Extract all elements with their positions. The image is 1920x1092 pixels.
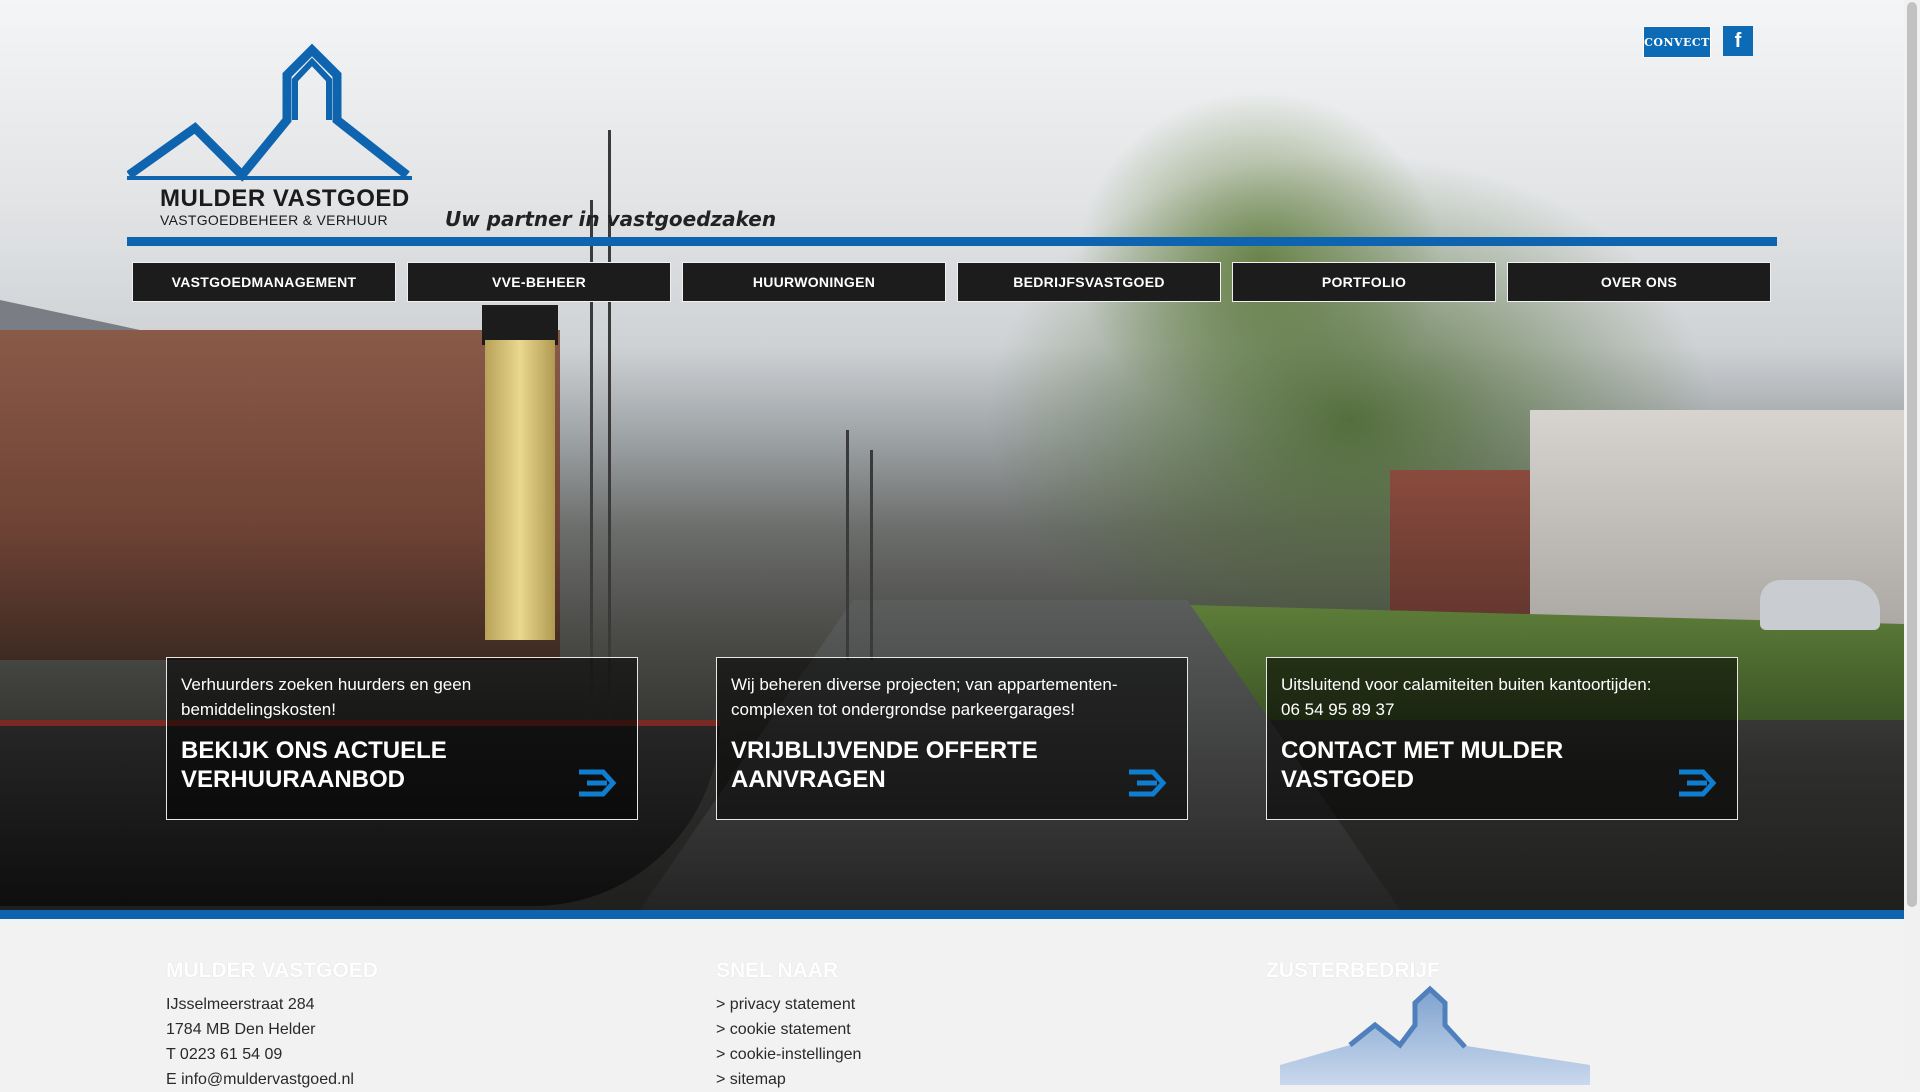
brick-building xyxy=(0,330,560,660)
nav-item-over-ons[interactable]: OVER ONS xyxy=(1507,262,1771,302)
nav-item-huurwoningen[interactable]: HUURWONINGEN xyxy=(682,262,946,302)
arrow-right-icon[interactable] xyxy=(1127,767,1167,799)
footer: MULDER VASTGOED IJsselmeerstraat 284 178… xyxy=(0,919,1904,1088)
footer-heading: SNEL NAAR xyxy=(716,959,839,982)
cta-intro: Verhuurders zoeken huurders en geen bemi… xyxy=(181,675,472,719)
cta-phone: 06 54 95 89 37 xyxy=(1281,700,1395,719)
footer-link-privacy[interactable]: > privacy statement xyxy=(716,992,861,1017)
cta-intro: Wij beheren diverse projecten; van appar… xyxy=(731,675,1118,719)
page-scrollbar[interactable] xyxy=(1904,0,1920,1080)
logo-name: MULDER VASTGOED xyxy=(160,185,410,212)
cta-title: BEKIJK ONS ACTUELE VERHUURAANBOD xyxy=(181,737,447,793)
footer-postal: 1784 MB Den Helder xyxy=(166,1021,316,1038)
footer-contact: MULDER VASTGOED IJsselmeerstraat 284 178… xyxy=(166,959,378,1092)
arrow-right-icon[interactable] xyxy=(577,767,617,799)
arrow-right-icon[interactable] xyxy=(1677,767,1717,799)
cta-title: VRIJBLIJVENDE OFFERTE AANVRAGEN xyxy=(731,737,1038,793)
cta-verhuuraanbod[interactable]: Verhuurders zoeken huurders en geen bemi… xyxy=(166,657,638,820)
boat-mast xyxy=(846,430,849,660)
nav-item-vastgoedmanagement[interactable]: VASTGOEDMANAGEMENT xyxy=(132,262,396,302)
footer-heading: MULDER VASTGOED xyxy=(166,959,378,982)
tagline: Uw partner in vastgoedzaken xyxy=(445,207,777,231)
cta-contact[interactable]: Uitsluitend voor calamiteiten buiten kan… xyxy=(1266,657,1738,820)
nav-item-vve-beheer[interactable]: VVE-BEHEER xyxy=(407,262,671,302)
header-divider xyxy=(127,237,1777,246)
facebook-icon[interactable]: f xyxy=(1723,26,1753,56)
sister-company-logo-icon[interactable] xyxy=(1280,985,1590,1085)
nav-item-portfolio[interactable]: PORTFOLIO xyxy=(1232,262,1496,302)
footer-link-cookie-statement[interactable]: > cookie statement xyxy=(716,1017,861,1042)
logo-subtitle: VASTGOEDBEHEER & VERHUUR xyxy=(160,212,388,228)
footer-link-cookie-settings[interactable]: > cookie-instellingen xyxy=(716,1042,861,1067)
footer-divider xyxy=(0,910,1904,919)
cta-intro: Uitsluitend voor calamiteiten buiten kan… xyxy=(1281,675,1652,694)
scrollbar-thumb[interactable] xyxy=(1907,2,1917,907)
ship-funnel-top xyxy=(482,305,558,345)
ship-funnel xyxy=(485,340,555,640)
footer-heading: ZUSTERBEDRIJF xyxy=(1266,959,1440,982)
parked-car xyxy=(1760,580,1880,630)
cta-title: CONTACT MET MULDER VASTGOED xyxy=(1281,737,1564,793)
cta-offerte[interactable]: Wij beheren diverse projecten; van appar… xyxy=(716,657,1188,820)
nav-item-bedrijfsvastgoed[interactable]: BEDRIJFSVASTGOED xyxy=(957,262,1221,302)
footer-address: IJsselmeerstraat 284 xyxy=(166,996,315,1013)
main-nav: VASTGOEDMANAGEMENT VVE-BEHEER HUURWONING… xyxy=(132,262,1771,302)
convect-link[interactable]: CONVECT xyxy=(1643,26,1711,58)
footer-phone: T 0223 61 54 09 xyxy=(166,1046,283,1063)
top-links: CONVECT f xyxy=(1643,26,1753,58)
footer-quicklinks: SNEL NAAR > privacy statement > cookie s… xyxy=(716,959,861,1092)
boat-mast xyxy=(870,450,873,660)
